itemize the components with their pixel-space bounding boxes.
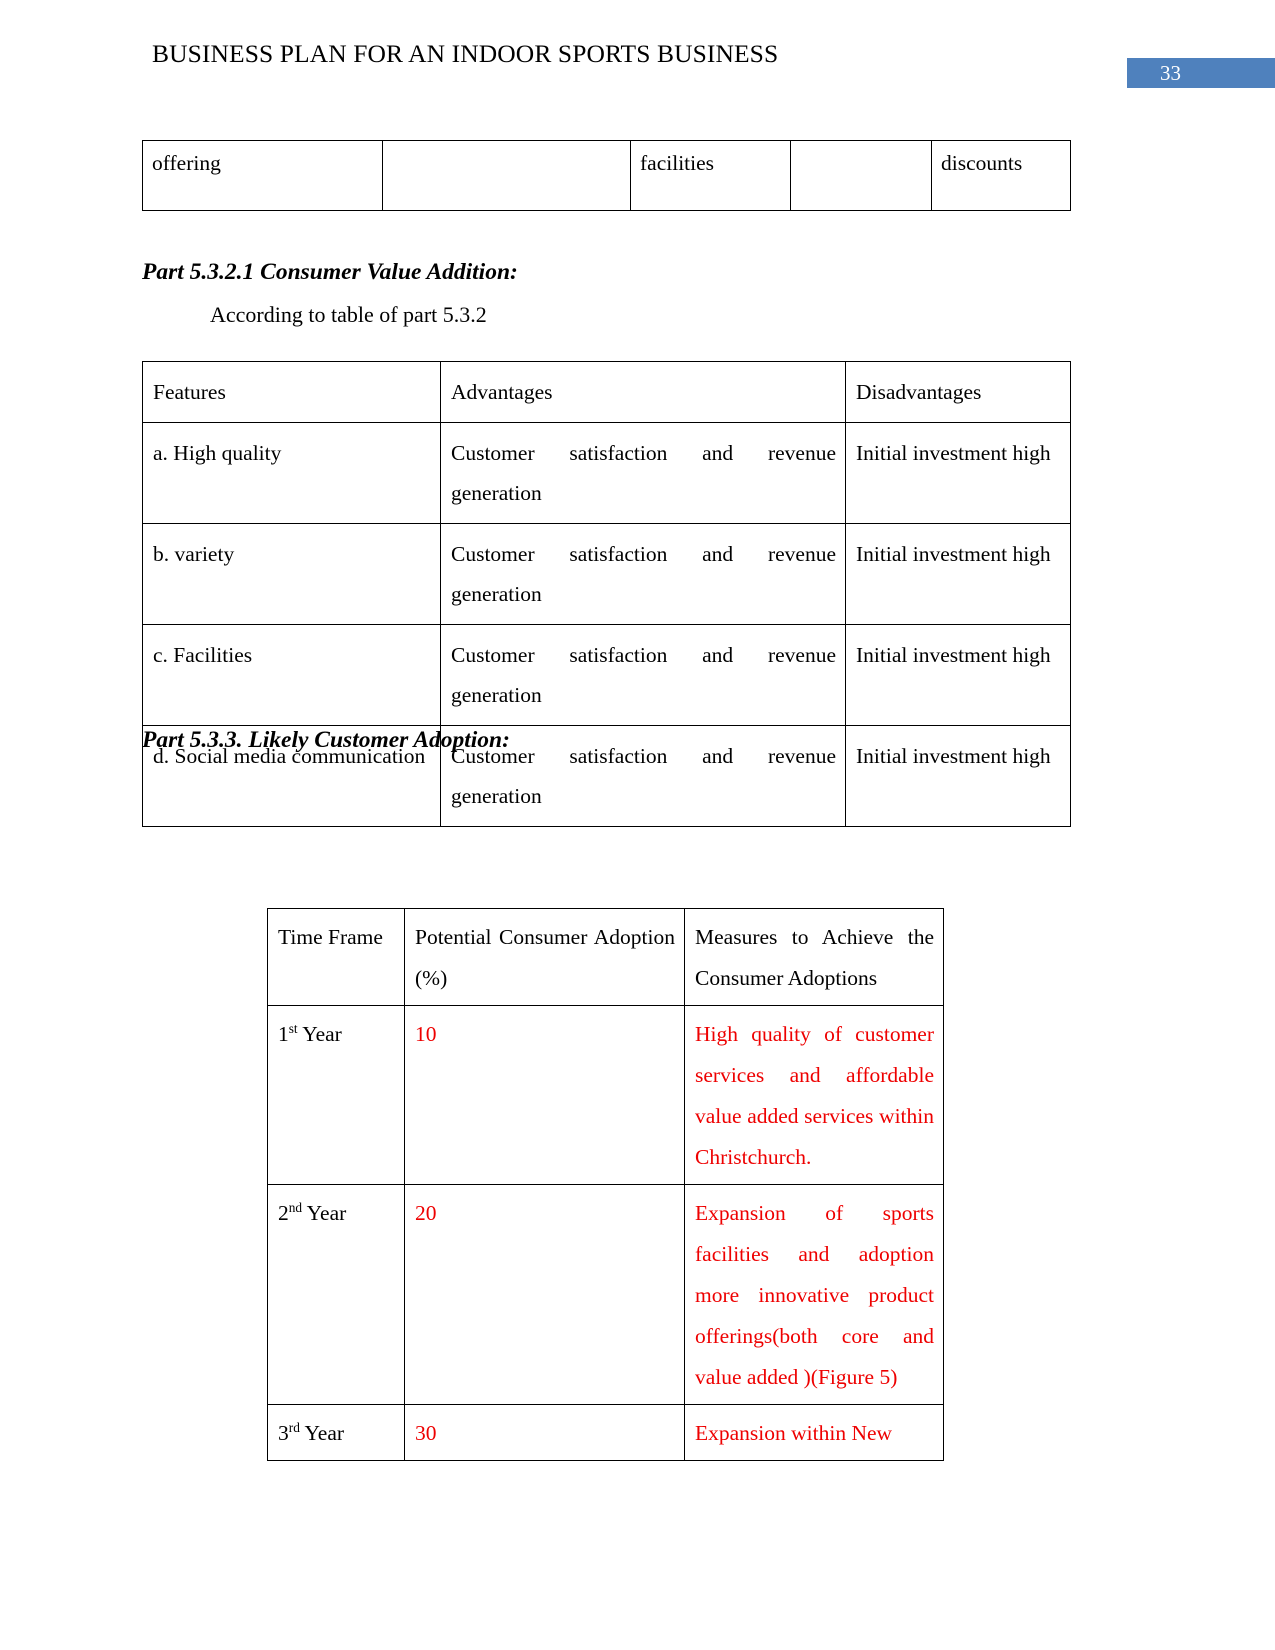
col-header-time-frame: Time Frame <box>267 908 405 1006</box>
cell-measures: High quality of customer services and af… <box>684 1005 944 1185</box>
consumer-value-addition-table: Features Advantages Disadvantages a. Hig… <box>142 361 1071 827</box>
cell-feature: a. High quality <box>142 422 441 524</box>
table-row: 1st Year 10 High quality of customer ser… <box>267 1005 944 1185</box>
cell-disadvantage: Initial investment high <box>845 422 1071 524</box>
table-row: offering facilities discounts <box>142 140 1071 211</box>
time-frame-ordinal: rd <box>288 1419 300 1435</box>
cell-disadvantage: Initial investment high <box>845 725 1071 827</box>
cell-feature: b. variety <box>142 523 441 625</box>
cell-adoption-percent: 10 <box>404 1005 685 1185</box>
time-frame-number: 2 <box>278 1201 289 1225</box>
heading-part-5-3-2-1: Part 5.3.2.1 Consumer Value Addition: <box>142 259 518 285</box>
cell-time-frame: 3rd Year <box>267 1404 405 1461</box>
time-frame-ordinal: st <box>288 1020 298 1036</box>
time-frame-ordinal: nd <box>288 1199 303 1215</box>
heading-part-5-3-3: Part 5.3.3. Likely Customer Adoption: <box>142 727 510 753</box>
table-row: b. variety Customer satisfaction and rev… <box>142 523 1071 625</box>
table-row: 3rd Year 30 Expansion within New <box>267 1404 944 1461</box>
fragment-cell-offering: offering <box>142 140 383 211</box>
likely-customer-adoption-table: Time Frame Potential Consumer Adoption (… <box>267 908 944 1461</box>
table-row: a. High quality Customer satisfaction an… <box>142 422 1071 524</box>
cell-disadvantage: Initial investment high <box>845 523 1071 625</box>
table-row: 2nd Year 20 Expansion of sports faciliti… <box>267 1184 944 1405</box>
cell-disadvantage: Initial investment high <box>845 624 1071 726</box>
cell-adoption-percent: 20 <box>404 1184 685 1405</box>
cell-measures: Expansion within New <box>684 1404 944 1461</box>
col-header-advantages: Advantages <box>440 361 846 423</box>
fragment-cell-empty-1 <box>382 140 631 211</box>
page-header: BUSINESS PLAN FOR AN INDOOR SPORTS BUSIN… <box>0 39 1275 88</box>
fragment-cell-facilities: facilities <box>630 140 791 211</box>
cell-advantage: Customer satisfaction and revenue genera… <box>440 422 846 524</box>
table-header-row: Features Advantages Disadvantages <box>142 361 1071 423</box>
col-header-potential-adoption: Potential Consumer Adoption (%) <box>404 908 685 1006</box>
fragment-cell-empty-2 <box>790 140 932 211</box>
document-running-header: BUSINESS PLAN FOR AN INDOOR SPORTS BUSIN… <box>152 39 779 68</box>
cell-time-frame: 1st Year <box>267 1005 405 1185</box>
paragraph-according-to-table: According to table of part 5.3.2 <box>210 302 487 327</box>
cell-adoption-percent: 30 <box>404 1404 685 1461</box>
col-header-measures: Measures to Achieve the Consumer Adoptio… <box>684 908 944 1006</box>
time-frame-number: 3 <box>278 1421 289 1445</box>
cell-feature: c. Facilities <box>142 624 441 726</box>
time-frame-unit: Year <box>304 1421 345 1445</box>
continuation-table-fragment: offering facilities discounts <box>142 140 1071 211</box>
time-frame-unit: Year <box>306 1201 347 1225</box>
cell-advantage: Customer satisfaction and revenue genera… <box>440 523 846 625</box>
cell-advantage: Customer satisfaction and revenue genera… <box>440 624 846 726</box>
time-frame-number: 1 <box>278 1022 289 1046</box>
time-frame-unit: Year <box>302 1022 342 1046</box>
col-header-features: Features <box>142 361 441 423</box>
page-number: 33 <box>1160 61 1181 85</box>
cell-measures: Expansion of sports facilities and adopt… <box>684 1184 944 1405</box>
table-row: c. Facilities Customer satisfaction and … <box>142 624 1071 726</box>
cell-time-frame: 2nd Year <box>267 1184 405 1405</box>
fragment-cell-discounts: discounts <box>931 140 1071 211</box>
col-header-disadvantages: Disadvantages <box>845 361 1071 423</box>
page-number-badge: 33 <box>1127 58 1275 88</box>
table-header-row: Time Frame Potential Consumer Adoption (… <box>267 908 944 1006</box>
